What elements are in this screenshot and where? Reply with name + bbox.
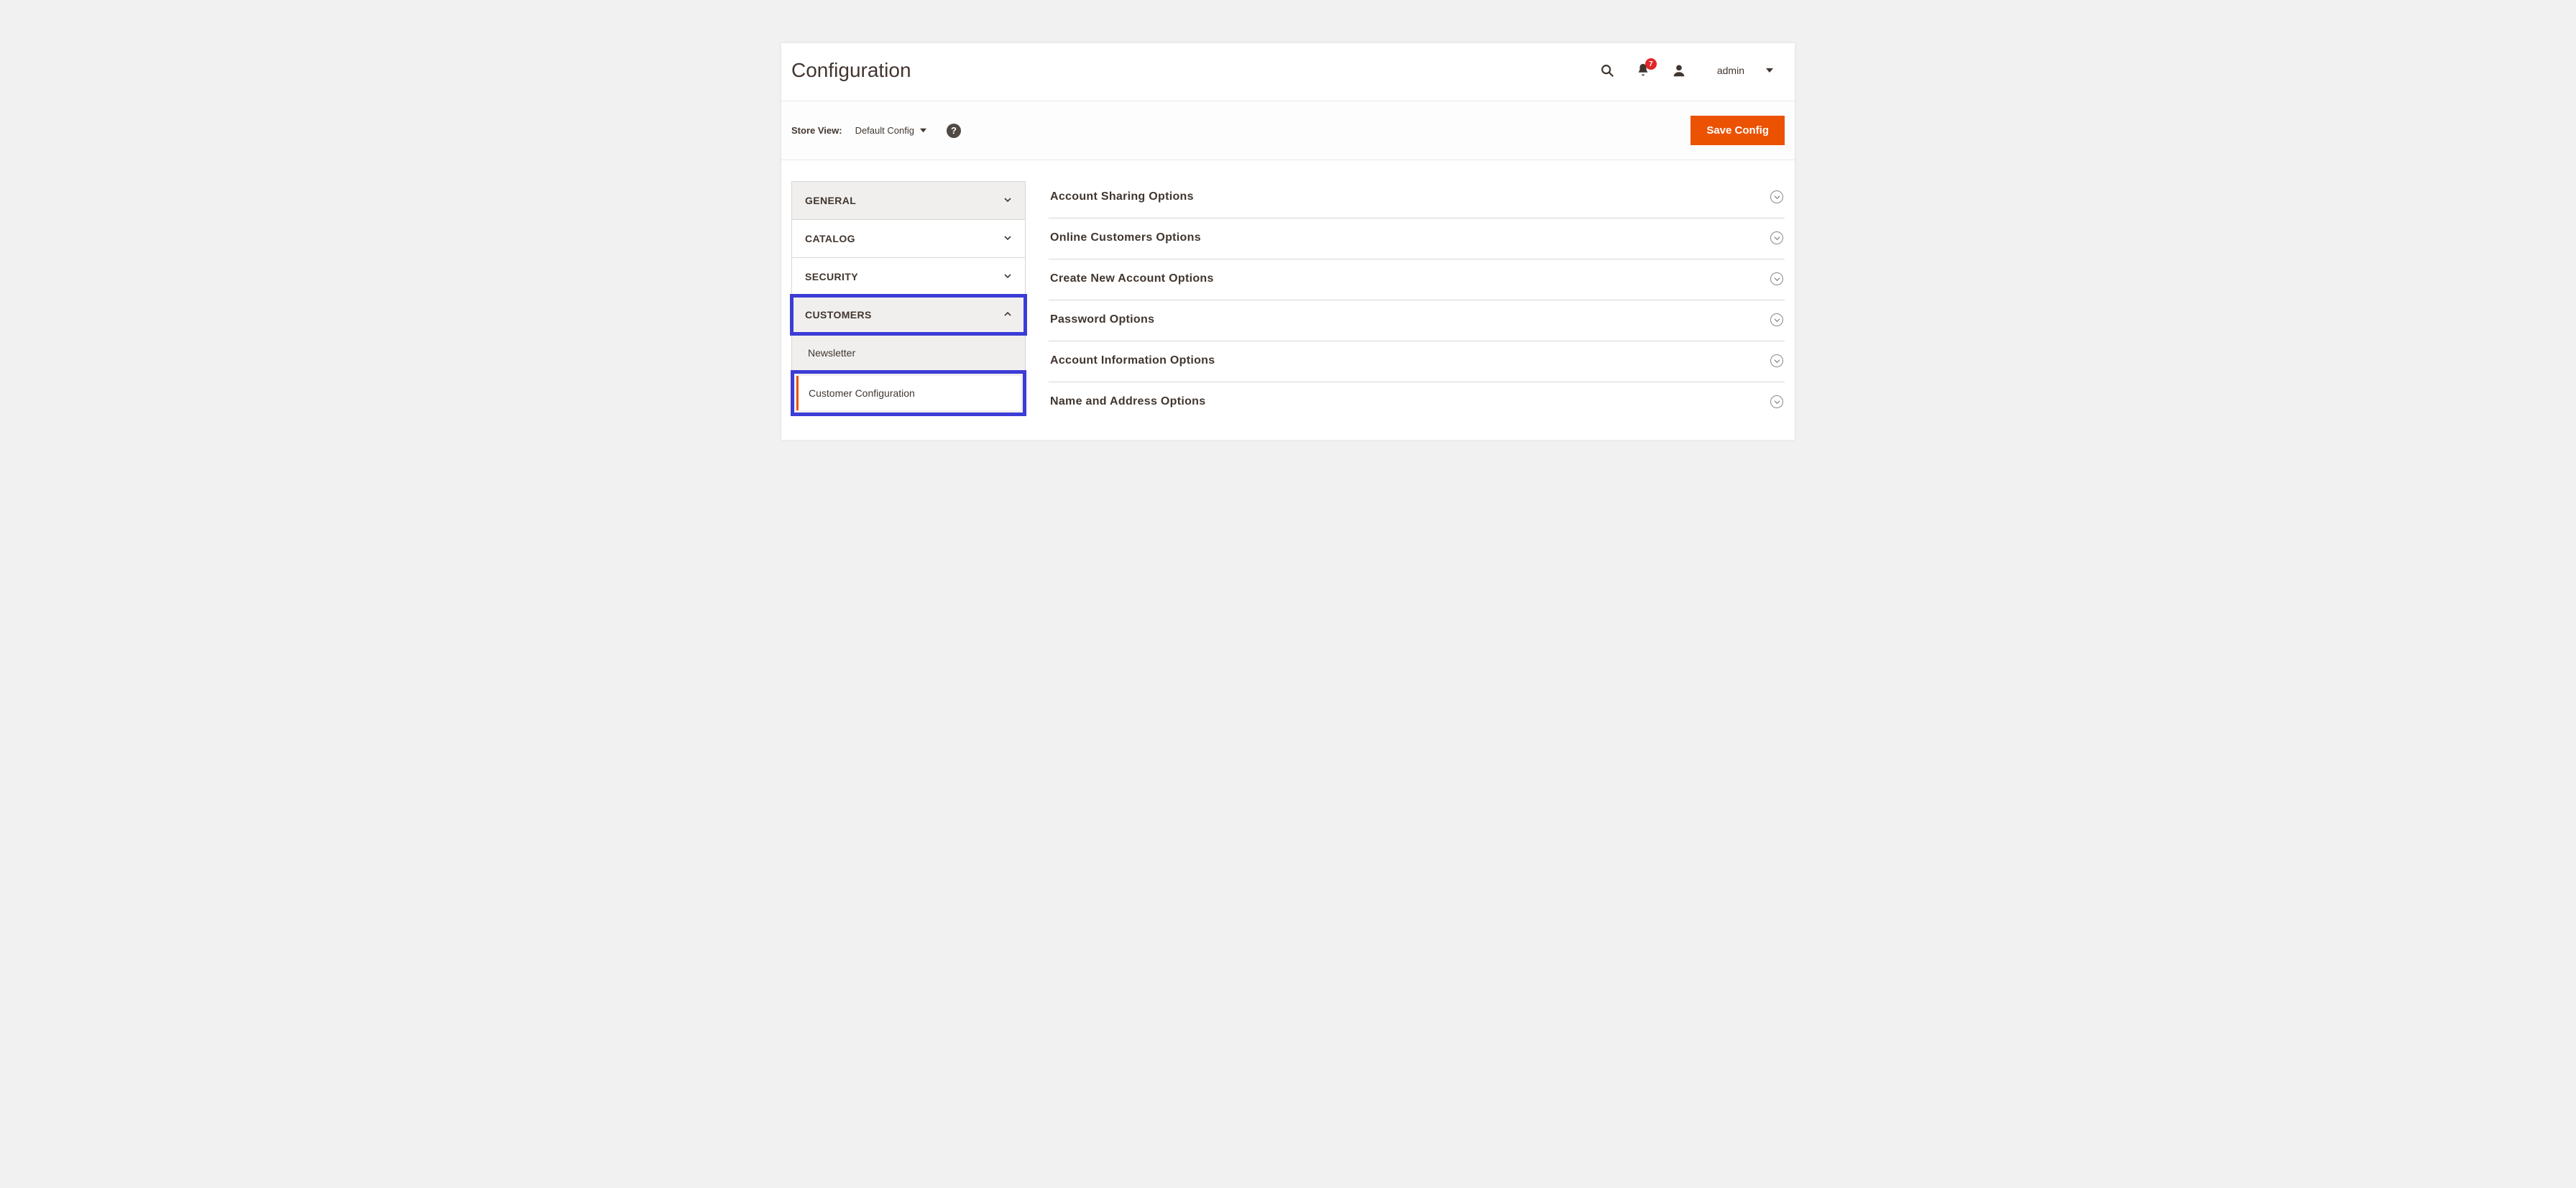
config-panel: Configuration 7 admin Store View: xyxy=(781,43,1795,440)
section-account-information-options[interactable]: Account Information Options xyxy=(1049,341,1785,382)
expand-icon xyxy=(1770,395,1783,408)
user-menu[interactable]: admin xyxy=(1717,65,1773,76)
page-header: Configuration 7 admin xyxy=(781,43,1795,101)
sidebar-tab-customers[interactable]: CUSTOMERS xyxy=(791,295,1026,334)
section-title: Account Information Options xyxy=(1050,354,1215,367)
section-online-customers-options[interactable]: Online Customers Options xyxy=(1049,218,1785,259)
chevron-down-icon xyxy=(1003,271,1012,282)
search-icon[interactable] xyxy=(1599,63,1615,78)
expand-icon xyxy=(1770,354,1783,367)
chevron-up-icon xyxy=(1003,309,1012,321)
section-title: Account Sharing Options xyxy=(1050,190,1194,203)
caret-down-icon xyxy=(1766,65,1773,76)
save-config-button[interactable]: Save Config xyxy=(1690,116,1785,145)
store-view-value: Default Config xyxy=(855,125,914,136)
expand-icon xyxy=(1770,190,1783,203)
sidebar-tab-security[interactable]: SECURITY xyxy=(791,257,1026,296)
sidebar-item-newsletter[interactable]: Newsletter xyxy=(792,334,1025,372)
body: GENERAL CATALOG SECURITY CUSTOMERS xyxy=(781,160,1795,440)
config-sections: Account Sharing Options Online Customers… xyxy=(1049,182,1785,423)
user-avatar-icon[interactable] xyxy=(1671,63,1687,78)
sidebar-tab-catalog[interactable]: CATALOG xyxy=(791,219,1026,258)
store-view-select[interactable]: Default Config xyxy=(855,125,926,136)
sidebar-tab-label: CUSTOMERS xyxy=(805,309,872,321)
header-actions: 7 admin xyxy=(1599,63,1773,78)
notifications-badge: 7 xyxy=(1645,58,1657,70)
chevron-down-icon xyxy=(1003,195,1012,206)
section-title: Create New Account Options xyxy=(1050,272,1214,285)
sidebar-tab-label: GENERAL xyxy=(805,195,856,206)
sidebar-tab-label: SECURITY xyxy=(805,271,858,282)
section-name-and-address-options[interactable]: Name and Address Options xyxy=(1049,382,1785,423)
sidebar-tab-label: CATALOG xyxy=(805,233,855,244)
section-title: Name and Address Options xyxy=(1050,395,1205,408)
page-title: Configuration xyxy=(791,59,911,82)
section-password-options[interactable]: Password Options xyxy=(1049,300,1785,341)
toolbar: Store View: Default Config ? Save Config xyxy=(781,101,1795,160)
help-icon[interactable]: ? xyxy=(947,124,961,138)
caret-down-icon xyxy=(920,125,926,136)
sidebar-item-customer-configuration-highlight: Customer Configuration xyxy=(792,372,1025,415)
sidebar-tab-general[interactable]: GENERAL xyxy=(791,181,1026,220)
section-create-new-account-options[interactable]: Create New Account Options xyxy=(1049,259,1785,300)
section-account-sharing-options[interactable]: Account Sharing Options xyxy=(1049,185,1785,218)
section-title: Password Options xyxy=(1050,313,1154,326)
expand-icon xyxy=(1770,272,1783,285)
expand-icon xyxy=(1770,231,1783,244)
chevron-down-icon xyxy=(1003,233,1012,244)
sidebar-subitems: Newsletter Customer Configuration xyxy=(791,334,1026,415)
sidebar-item-customer-configuration[interactable]: Customer Configuration xyxy=(796,376,1021,410)
store-view-label: Store View: xyxy=(791,125,842,136)
username-label: admin xyxy=(1717,65,1744,76)
toolbar-left: Store View: Default Config ? xyxy=(791,124,961,138)
config-sidebar: GENERAL CATALOG SECURITY CUSTOMERS xyxy=(791,182,1026,415)
notifications-icon[interactable]: 7 xyxy=(1635,63,1651,78)
expand-icon xyxy=(1770,313,1783,326)
section-title: Online Customers Options xyxy=(1050,231,1201,244)
